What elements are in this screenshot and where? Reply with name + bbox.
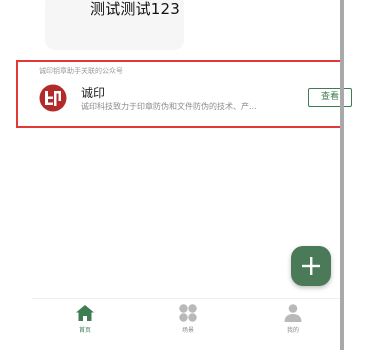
grid-icon bbox=[179, 304, 197, 322]
plus-icon bbox=[302, 257, 320, 275]
nav-label-mine: 我的 bbox=[286, 327, 299, 334]
official-account-name: 诚印 bbox=[81, 86, 106, 100]
nav-label-home: 首页 bbox=[78, 327, 91, 334]
nav-item-mine[interactable]: 我的 bbox=[268, 302, 318, 334]
official-account-caption: 诚印钥章助手关联的公众号 bbox=[39, 67, 123, 75]
official-account-card[interactable]: 诚印 诚印科技致力于印章防伪和文件防伪的技术、产... 查看 bbox=[36, 78, 354, 118]
home-icon bbox=[76, 305, 94, 321]
person-icon bbox=[284, 304, 302, 322]
add-fab-button[interactable] bbox=[291, 246, 331, 286]
app-screen: 测试测试123 首页 场景 我的 bbox=[32, 0, 340, 350]
nav-item-scenes[interactable]: 场景 bbox=[163, 302, 213, 334]
official-account-description: 诚印科技致力于印章防伪和文件防伪的技术、产... bbox=[81, 102, 257, 111]
test-card[interactable]: 测试测试123 bbox=[45, 0, 184, 50]
right-edge-divider bbox=[340, 0, 344, 350]
bottom-nav-divider bbox=[32, 298, 340, 299]
nav-label-scenes: 场景 bbox=[181, 327, 194, 334]
chengyin-logo-icon bbox=[39, 84, 67, 112]
test-card-title: 测试测试123 bbox=[90, 0, 181, 18]
view-button[interactable]: 查看 bbox=[308, 88, 352, 107]
nav-item-home[interactable]: 首页 bbox=[60, 302, 110, 334]
